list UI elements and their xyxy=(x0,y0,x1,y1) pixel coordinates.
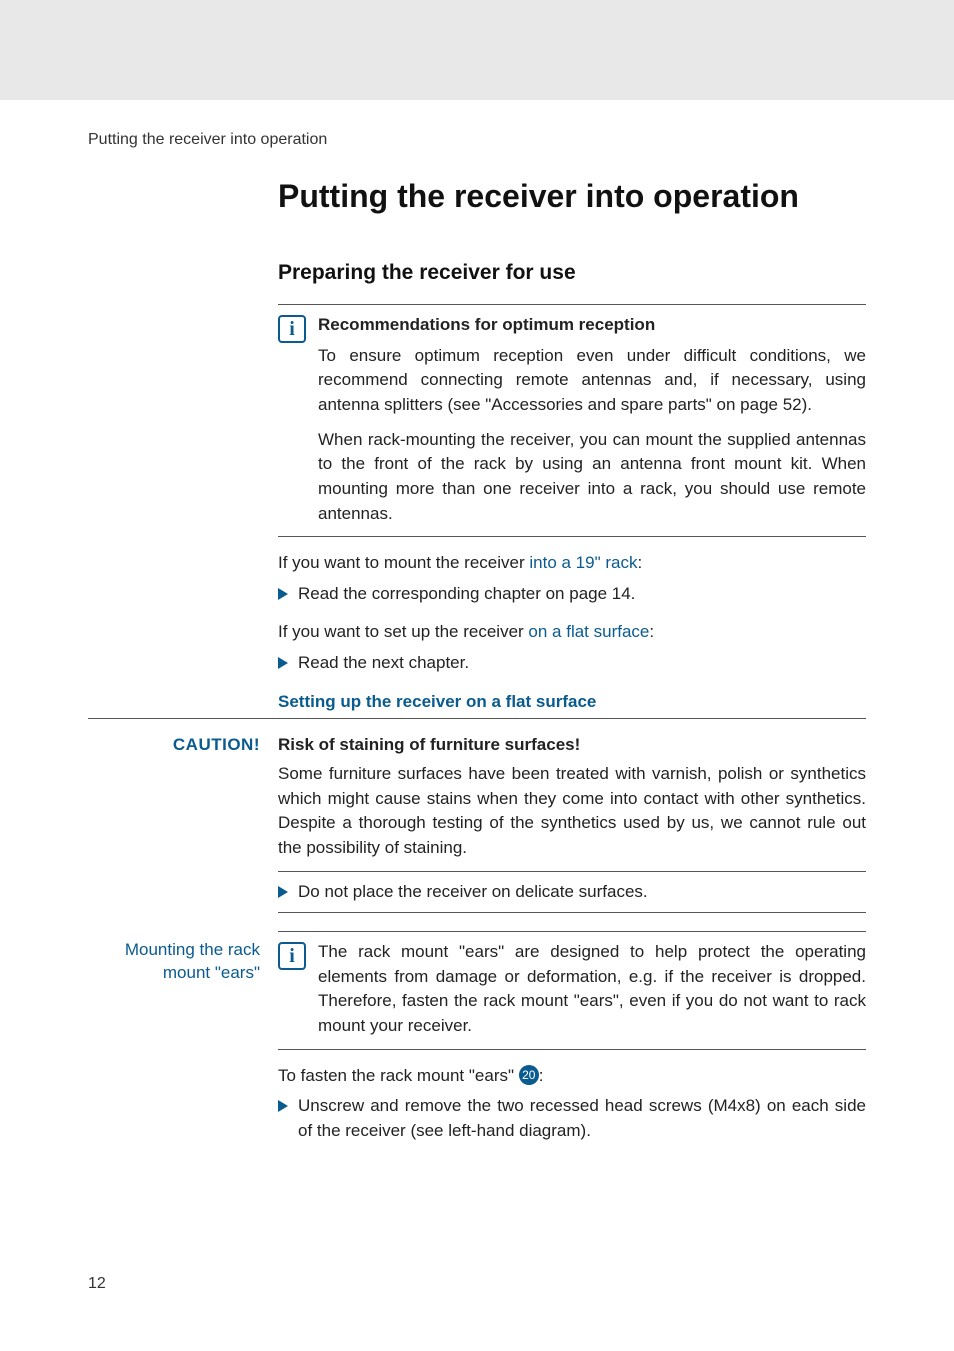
body-text: To fasten the rack mount "ears" 20: xyxy=(278,1064,866,1089)
caution-footer-text: Do not place the receiver on delicate su… xyxy=(298,880,866,905)
caution-title: Risk of staining of furniture surfaces! xyxy=(278,733,866,758)
body-text: If you want to set up the receiver on a … xyxy=(278,620,866,645)
inline-link: into a 19" rack xyxy=(529,553,637,572)
info-paragraph: To ensure optimum reception even under d… xyxy=(318,344,866,418)
instruction-step: Read the corresponding chapter on page 1… xyxy=(278,582,866,607)
info-title: Recommendations for optimum reception xyxy=(318,313,866,338)
side-note-block: Mounting the rack mount "ears" i The rac… xyxy=(88,931,866,1050)
triangle-bullet-icon xyxy=(278,886,288,898)
triangle-bullet-icon xyxy=(278,588,288,600)
section-heading: Preparing the receiver for use xyxy=(278,258,866,288)
info-icon: i xyxy=(278,315,306,343)
sub-heading: Setting up the receiver on a flat surfac… xyxy=(278,690,866,715)
instruction-step: Unscrew and remove the two recessed head… xyxy=(278,1094,866,1143)
info-box-rack-ears: i The rack mount "ears" are designed to … xyxy=(278,931,866,1050)
triangle-bullet-icon xyxy=(278,1100,288,1112)
caution-text: Some furniture surfaces have been treate… xyxy=(278,762,866,861)
page-number: 12 xyxy=(88,1272,106,1295)
instruction-step: Read the next chapter. xyxy=(278,651,866,676)
caution-block: CAUTION! Risk of staining of furniture s… xyxy=(88,718,866,921)
side-label: Mounting the rack mount "ears" xyxy=(88,931,260,1050)
inline-link: on a flat surface xyxy=(528,622,649,641)
info-paragraph: When rack-mounting the receiver, you can… xyxy=(318,428,866,527)
body-text: If you want to mount the receiver into a… xyxy=(278,551,866,576)
info-icon: i xyxy=(278,942,306,970)
info-box-recommendations: i Recommendations for optimum reception … xyxy=(278,304,866,537)
caution-label: CAUTION! xyxy=(88,733,260,921)
triangle-bullet-icon xyxy=(278,657,288,669)
page-title: Putting the receiver into operation xyxy=(278,173,866,219)
info-paragraph: The rack mount "ears" are designed to he… xyxy=(318,940,866,1039)
reference-number-badge: 20 xyxy=(519,1065,539,1085)
running-header: Putting the receiver into operation xyxy=(88,100,866,173)
